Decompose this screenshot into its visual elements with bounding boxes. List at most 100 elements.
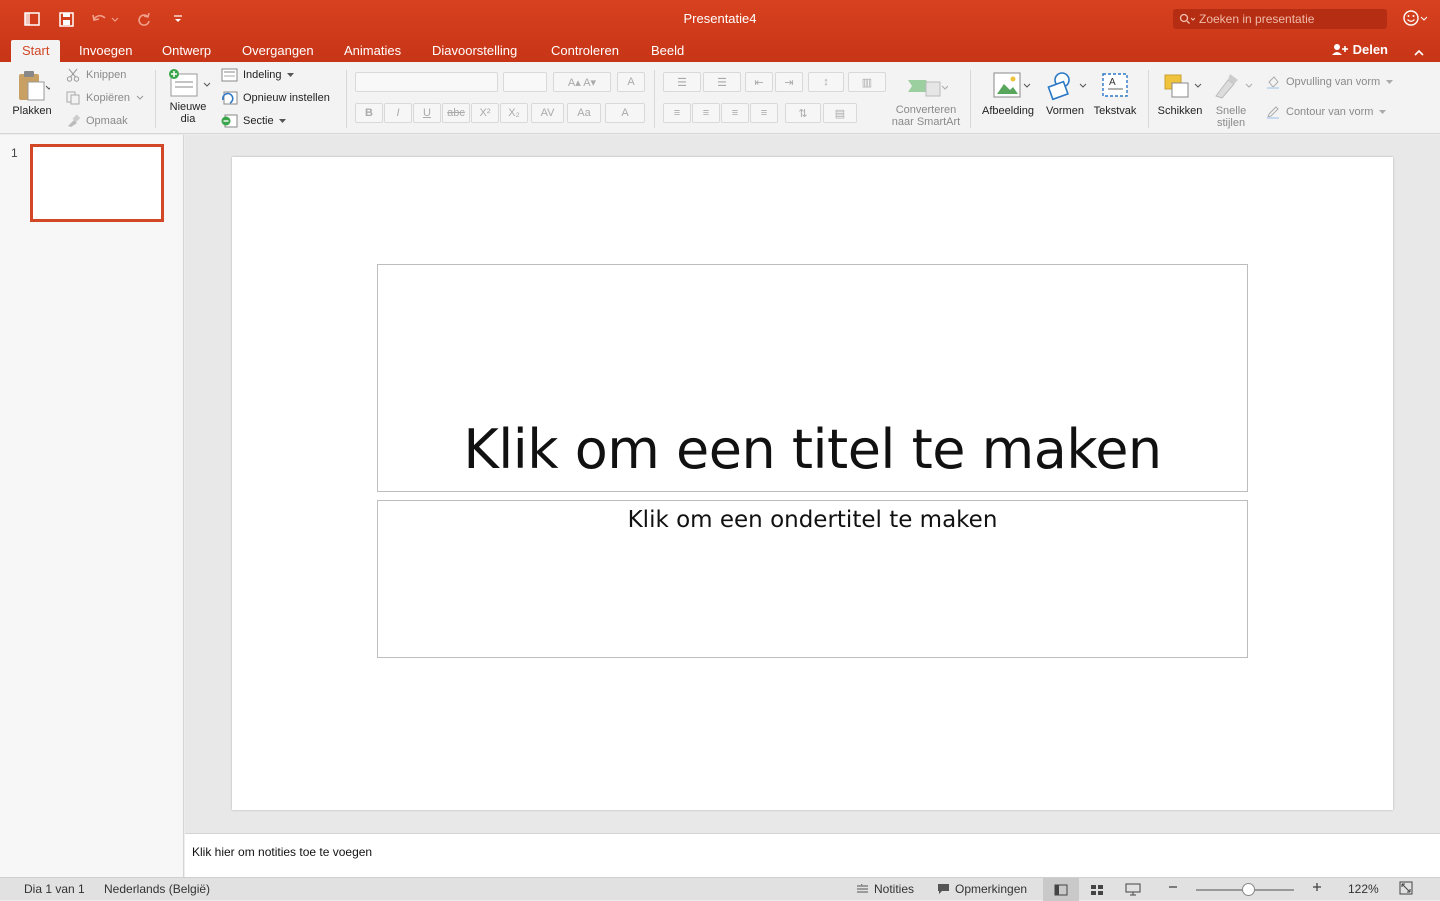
decrease-indent-icon[interactable]: ⇤ [745,72,773,92]
share-button[interactable]: Delen [1331,42,1388,57]
section-icon [221,114,238,128]
italic-button[interactable]: I [384,103,412,123]
text-direction-icon[interactable]: ⇅ [785,103,821,123]
fit-to-window-icon[interactable] [1399,881,1413,895]
search-icon [1179,13,1195,24]
superscript-button[interactable]: X² [471,103,499,123]
shape-outline-button[interactable]: Contour van vorm [1266,105,1387,119]
paste-label: Plakken [12,105,52,117]
clear-formatting-icon[interactable]: A [617,72,645,92]
tab-ontwerp[interactable]: Ontwerp [162,40,211,62]
strikethrough-button[interactable]: abc [442,103,470,123]
comments-label: Opmerkingen [955,882,1028,896]
zoom-slider-handle[interactable] [1242,883,1255,896]
ribbon-tabs: Start Invoegen Ontwerp Overgangen Animat… [0,40,1440,62]
subtitle-placeholder[interactable]: Klik om een ondertitel te maken [377,500,1248,658]
quick-styles-label-1: Snelle [1215,105,1247,117]
slide-sorter-view-icon[interactable] [1079,878,1115,901]
title-bar: Presentatie4 Zoeken in presentatie Start… [0,0,1440,62]
new-slide-button[interactable]: Nieuwe dia [163,68,213,125]
smartart-label-1: Converteren [895,104,957,116]
tab-overgangen[interactable]: Overgangen [242,40,314,62]
quick-styles-label-2: stijlen [1216,117,1246,129]
reset-slide-button[interactable]: Opnieuw instellen [221,91,330,105]
comments-button[interactable]: Opmerkingen [937,882,1027,896]
font-name-select[interactable] [355,72,498,92]
format-label: Opmaak [86,115,128,127]
align-left-icon[interactable]: ≡ [663,103,691,123]
arrange-button[interactable]: Schikken [1154,70,1206,117]
feedback-smiley-icon[interactable] [1402,9,1428,32]
notes-icon [857,883,868,892]
tab-invoegen[interactable]: Invoegen [79,40,133,62]
increase-indent-icon[interactable]: ⇥ [775,72,803,92]
tab-animaties[interactable]: Animaties [344,40,401,62]
chevron-down-icon [278,118,286,123]
tab-start[interactable]: Start [11,40,61,62]
collapse-ribbon-icon[interactable] [1414,44,1424,62]
layout-button[interactable]: Indeling [221,68,294,82]
title-placeholder[interactable]: Klik om een titel te maken [377,264,1248,492]
bullets-icon[interactable]: ☰ [663,72,701,92]
numbering-icon[interactable]: ☰ [703,72,741,92]
tab-controleren[interactable]: Controleren [551,40,619,62]
slide-editing-area: Klik om een titel te maken Klik om een o… [185,135,1440,833]
slide-thumbnail[interactable] [30,144,164,222]
subscript-button[interactable]: X₂ [500,103,528,123]
paste-button[interactable]: Plakken [8,68,56,117]
zoom-out-icon[interactable] [1168,881,1178,893]
slide-canvas[interactable]: Klik om een titel te maken Klik om een o… [232,157,1393,810]
chevron-down-icon [1379,109,1387,114]
search-input[interactable]: Zoeken in presentatie [1173,9,1387,29]
shape-fill-button[interactable]: Opvulling van vorm [1266,75,1394,89]
character-spacing-button[interactable]: AV [531,103,564,123]
convert-smartart-button[interactable]: Converteren naar SmartArt [888,72,964,128]
chevron-down-icon [1386,79,1394,84]
ribbon-separator [1148,70,1149,128]
format-painter-button[interactable]: Opmaak [66,114,128,128]
shapes-label: Vormen [1046,105,1084,117]
normal-view-icon[interactable] [1043,878,1079,901]
columns-icon[interactable]: ▥ [848,72,886,92]
picture-button[interactable]: Afbeelding [978,70,1038,117]
copy-button[interactable]: Kopiëren [66,91,144,105]
tab-beeld[interactable]: Beeld [651,40,684,62]
svg-text:A: A [1109,77,1116,88]
quick-styles-icon [1215,74,1253,99]
change-case-button[interactable]: Aa [567,103,601,123]
cut-button[interactable]: Knippen [66,68,126,82]
section-button[interactable]: Sectie [221,114,286,128]
underline-button[interactable]: U [413,103,441,123]
language-indicator[interactable]: Nederlands (België) [104,882,210,896]
font-grow-shrink-buttons[interactable]: A▴ A▾ [553,72,611,92]
textbox-label: Tekstvak [1093,105,1137,117]
zoom-in-icon[interactable] [1312,881,1322,893]
copy-label: Kopiëren [86,92,131,104]
zoom-level[interactable]: 122% [1348,882,1379,896]
copy-icon [66,91,80,105]
comment-icon [938,884,949,894]
bold-button[interactable]: B [355,103,383,123]
textbox-button[interactable]: A Tekstvak [1090,70,1140,117]
notes-pane[interactable]: Klik hier om notities toe te voegen [185,833,1440,877]
ribbon-separator [654,70,655,128]
presenter-view-icon[interactable] [1115,878,1151,901]
shapes-button[interactable]: Vormen [1041,70,1089,117]
quick-styles-button[interactable]: Snelle stijlen [1206,70,1256,129]
ribbon-separator [346,70,347,128]
notes-toggle-button[interactable]: Notities [856,882,914,896]
align-right-icon[interactable]: ≡ [721,103,749,123]
section-label: Sectie [243,115,274,127]
pencil-icon [1267,106,1279,119]
line-spacing-icon[interactable]: ↕ [808,72,844,92]
align-text-icon[interactable]: ▤ [823,103,857,123]
font-size-select[interactable] [503,72,547,92]
font-color-button[interactable]: A [605,103,645,123]
tab-diavoorstelling[interactable]: Diavoorstelling [432,40,517,62]
layout-icon [221,68,238,82]
brush-icon [68,114,80,127]
align-center-icon[interactable]: ≡ [692,103,720,123]
notes-toggle-label: Notities [874,882,915,896]
add-person-icon [1331,44,1348,55]
justify-icon[interactable]: ≡ [750,103,778,123]
